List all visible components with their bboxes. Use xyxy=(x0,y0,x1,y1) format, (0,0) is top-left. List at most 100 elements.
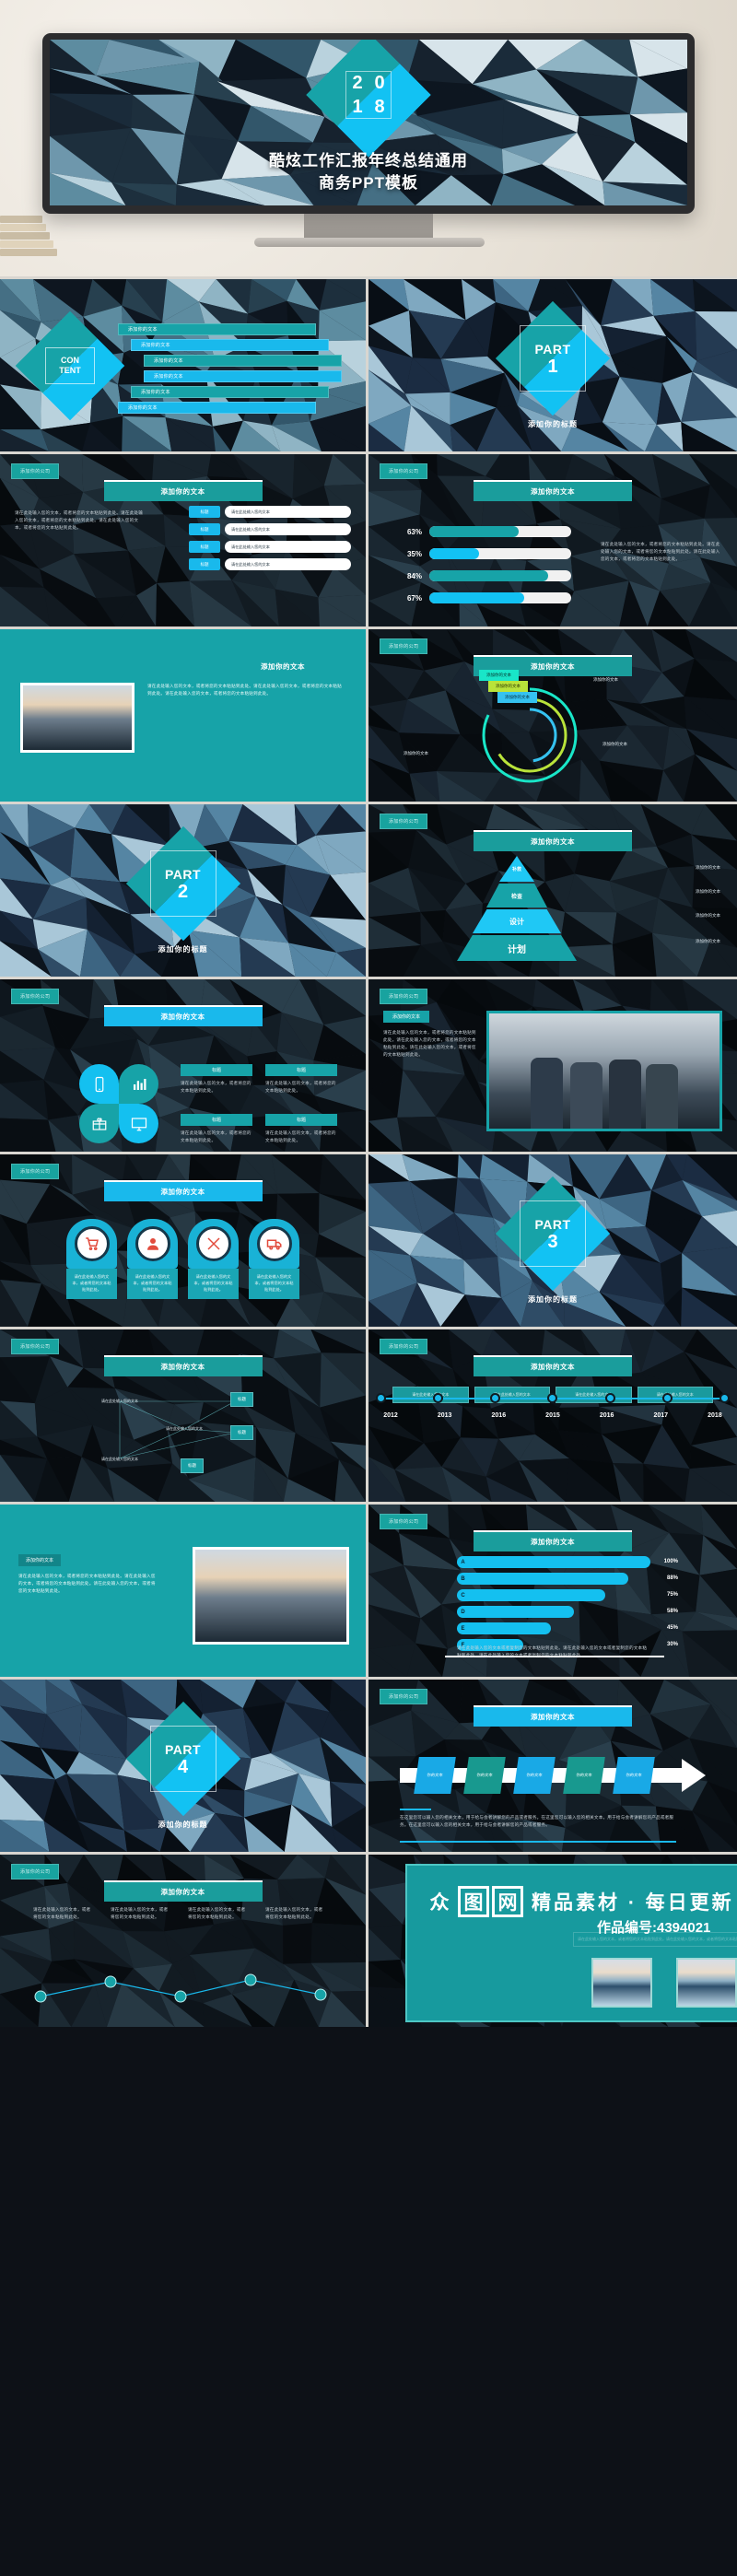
slide-photo-teal[interactable]: 添加你的文本 请在此处输入您的文本，或者将您的文本粘贴到此处。请在此处输入您的文… xyxy=(0,626,368,802)
icon-card[interactable]: 标题 请在此处输入您的文本，或者将您的文本粘贴到此处。 xyxy=(265,1064,337,1095)
legend-item-3[interactable]: 添加你的文本 xyxy=(497,692,537,703)
list-item[interactable]: 标题 请在此处输入您的文本 xyxy=(189,506,351,518)
slide-timeline[interactable]: 添加你的公司 添加你的文本 请在此处输入您的文本 请在此处输入您的文本 请在此处… xyxy=(368,1327,737,1502)
slide-bar-chart[interactable]: 添加你的公司 添加你的文本 A 100% B 88% C 75% D 58% E… xyxy=(368,1502,737,1677)
network-node-1[interactable]: 请在此处输入您的文本 xyxy=(96,1385,144,1418)
part-subtitle: 添加你的标题 xyxy=(0,1820,366,1830)
list-item[interactable]: 添加你的文本 xyxy=(118,402,316,414)
badge-item[interactable]: 请在此处输入您的文本，或者将您的文本粘贴到此处。 xyxy=(66,1219,117,1299)
tools-icon xyxy=(196,1226,231,1261)
slide-heading: 添加你的文本 xyxy=(214,657,352,676)
slide-photo-teal-2[interactable]: 添加你的文本 请在此处输入您的文本，或者将您的文本粘贴到此处。请在此处输入您的文… xyxy=(0,1502,368,1677)
list-item[interactable]: 标题 请在此处输入您的文本 xyxy=(189,523,351,535)
year-label: 2016 xyxy=(480,1412,517,1419)
thumbnail[interactable] xyxy=(676,1958,737,2008)
slide-badges[interactable]: 添加你的公司 添加你的文本 请在此处输入您的文本，或者将您的文本粘贴到此处。 请… xyxy=(0,1152,368,1327)
icon-card[interactable]: 标题 请在此处输入您的文本，或者将您的文本粘贴到此处。 xyxy=(181,1064,252,1095)
thumbnail[interactable] xyxy=(591,1958,652,2008)
list-item[interactable]: 标题 请在此处输入您的文本 xyxy=(189,558,351,570)
slide-heading: 添加你的文本 xyxy=(104,1180,263,1201)
company-tag[interactable]: 添加你的公司 xyxy=(11,1864,59,1879)
icon-card[interactable]: 标题 请在此处输入您的文本，或者将您的文本粘贴到此处。 xyxy=(265,1114,337,1144)
process-step[interactable]: 你的文本 xyxy=(563,1757,605,1794)
icon-card[interactable]: 标题 请在此处输入您的文本，或者将您的文本粘贴到此处。 xyxy=(181,1114,252,1144)
list-item[interactable]: 添加你的文本 xyxy=(118,323,316,335)
slide-radial-chart[interactable]: 添加你的公司 添加你的文本 添加你的文本 添加你的文本 添加你的文本 添加你的文… xyxy=(368,626,737,802)
progress-value: 84% xyxy=(396,572,422,580)
pyramid-note-2: 添加你的文本 xyxy=(696,889,720,895)
monitor-icon[interactable] xyxy=(119,1104,158,1143)
company-tag[interactable]: 添加你的公司 xyxy=(380,463,427,479)
list-item[interactable]: 添加你的文本 xyxy=(144,370,342,382)
part-subtitle: 添加你的标题 xyxy=(368,1294,737,1305)
watermark-panel: 请在此处输入您的文本，或者将您的文本粘贴到此处。请在此处输入您的文本，或者将您的… xyxy=(368,1855,737,2027)
part-number: 2 xyxy=(178,883,188,901)
year-digit-2: 0 xyxy=(368,71,391,95)
list-item[interactable]: 标题 请在此处输入您的文本 xyxy=(189,541,351,553)
gift-icon[interactable] xyxy=(79,1104,119,1143)
part-subtitle: 添加你的标题 xyxy=(0,944,366,954)
legend-item-1[interactable]: 添加你的文本 xyxy=(479,670,519,681)
company-tag[interactable]: 添加你的公司 xyxy=(380,814,427,829)
arrow-process-diagram: 你的文本 你的文本 你的文本 你的文本 你的文本 xyxy=(400,1757,706,1794)
pyramid-layer-3[interactable]: 设计 xyxy=(473,909,561,933)
slide-heading: 添加你的文本 xyxy=(18,1554,61,1566)
company-tag[interactable]: 添加你的公司 xyxy=(11,1164,59,1179)
slide-part-4[interactable]: PART 4 添加你的标题 xyxy=(0,1677,368,1852)
slide-part-1[interactable]: PART 1 添加你的标题 xyxy=(368,276,737,451)
company-tag[interactable]: 添加你的公司 xyxy=(11,463,59,479)
pyramid-layer-2[interactable]: 检查 xyxy=(486,884,547,907)
slide-progress-chart[interactable]: 添加你的公司 添加你的文本 63% 35% 84% 67% 请在此处输入您的文本… xyxy=(368,451,737,626)
badge-item[interactable]: 请在此处输入您的文本，或者将您的文本粘贴到此处。 xyxy=(188,1219,239,1299)
badge-item[interactable]: 请在此处输入您的文本，或者将您的文本粘贴到此处。 xyxy=(127,1219,178,1299)
slide-final-diagram[interactable]: 添加你的公司 添加你的文本 请在此处输入您的文本，或者将您的文本粘贴到此处。 请… xyxy=(0,1852,368,2027)
badge-item[interactable]: 请在此处输入您的文本，或者将您的文本粘贴到此处。 xyxy=(249,1219,299,1299)
card-body: 请在此处输入您的文本，或者将您的文本粘贴到此处。 xyxy=(181,1130,252,1144)
phone-icon[interactable] xyxy=(79,1064,119,1104)
company-tag[interactable]: 添加你的公司 xyxy=(11,989,59,1004)
part-number: 4 xyxy=(178,1758,188,1776)
part-kicker: PART xyxy=(534,1217,570,1232)
slide-part-2[interactable]: PART 2 添加你的标题 xyxy=(0,802,368,977)
slide-part-3[interactable]: PART 3 添加你的标题 xyxy=(368,1152,737,1327)
slide-pyramid[interactable]: 添加你的公司 添加你的文本 补救 检查 设计 计划 添加你的文本 添加你的文本 … xyxy=(368,802,737,977)
pyramid-layer-4[interactable]: 计划 xyxy=(457,935,577,961)
slide-network[interactable]: 添加你的公司 添加你的文本 请在此处输入您的文本 请在此处输入您的文本 请在此处… xyxy=(0,1327,368,1502)
process-step[interactable]: 你的文本 xyxy=(463,1757,506,1794)
user-icon xyxy=(135,1226,170,1261)
item-key: 标题 xyxy=(189,506,220,518)
company-tag[interactable]: 添加你的公司 xyxy=(380,1514,427,1529)
year-label: 2012 xyxy=(372,1412,409,1419)
body-paragraph: 请在此处输入您的文本，或者将您的文本粘贴到此处。 xyxy=(188,1906,247,1921)
pyramid-note-1: 添加你的文本 xyxy=(696,865,720,871)
photo-thumbnail xyxy=(193,1547,349,1645)
company-tag[interactable]: 添加你的公司 xyxy=(380,989,427,1004)
slide-grid: CON TENT 添加你的文本 添加你的文本 添加你的文本 添加你的文本 添加你… xyxy=(0,276,737,2027)
bar-chart-icon[interactable] xyxy=(119,1064,158,1104)
company-tag[interactable]: 添加你的公司 xyxy=(380,1689,427,1704)
legend-item-2[interactable]: 添加你的文本 xyxy=(488,681,528,692)
pyramid-layer-1[interactable]: 补救 xyxy=(499,856,534,882)
network-box-2[interactable]: 标题 xyxy=(230,1425,253,1440)
network-box-1[interactable]: 标题 xyxy=(230,1392,253,1407)
list-item[interactable]: 添加你的文本 xyxy=(144,355,342,367)
slide-content[interactable]: CON TENT 添加你的文本 添加你的文本 添加你的文本 添加你的文本 添加你… xyxy=(0,276,368,451)
list-item[interactable]: 添加你的文本 xyxy=(131,386,329,398)
slide-row-6: 添加你的公司 添加你的文本 请在此处输入您的文本，或者将您的文本粘贴到此处。 请… xyxy=(0,1152,737,1327)
slide-bullets[interactable]: 添加你的公司 添加你的文本 请在此处输入您的文本，或者将您的文本粘贴到此处。请在… xyxy=(0,451,368,626)
company-tag[interactable]: 添加你的公司 xyxy=(380,638,427,654)
network-node-3[interactable]: 请在此处输入您的文本 xyxy=(96,1444,144,1475)
year-digit-4: 8 xyxy=(368,95,391,119)
slide-team-photo[interactable]: 添加你的公司 添加你的文本 请在此处输入您的文本，或者将您的文本粘贴到此处。请在… xyxy=(368,977,737,1152)
process-step[interactable]: 你的文本 xyxy=(513,1757,556,1794)
slide-arrow-process[interactable]: 添加你的公司 添加你的文本 你的文本 你的文本 你的文本 你的文本 你的文本 在… xyxy=(368,1677,737,1852)
logo-char-3: 网 xyxy=(492,1886,523,1917)
process-step[interactable]: 你的文本 xyxy=(613,1757,655,1794)
slide-icon-flower[interactable]: 添加你的公司 添加你的文本 标题 请在此处输入您的文本，或者将您的文本粘贴到此处… xyxy=(0,977,368,1152)
process-step[interactable]: 你的文本 xyxy=(414,1757,456,1794)
list-item[interactable]: 添加你的文本 xyxy=(131,339,329,351)
network-box-3[interactable]: 标题 xyxy=(181,1458,204,1473)
company-tag[interactable]: 添加你的公司 xyxy=(380,1339,427,1354)
network-node-2[interactable]: 请在此处输入您的文本 xyxy=(162,1414,206,1444)
monitor-stand xyxy=(304,214,433,240)
